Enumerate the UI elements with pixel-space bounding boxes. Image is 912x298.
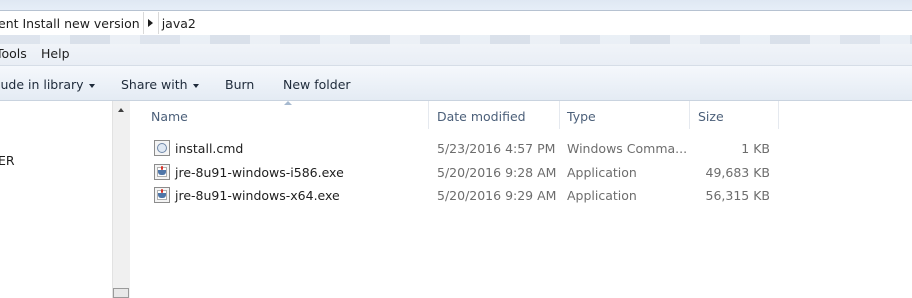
window-title-strip <box>0 0 912 10</box>
file-date-modified: 5/20/2016 9:28 AM <box>437 165 557 180</box>
include-in-library-button[interactable]: lude in library <box>0 77 95 92</box>
breadcrumb-separator-arrow-icon[interactable] <box>142 12 159 34</box>
include-in-library-label: lude in library <box>0 77 84 92</box>
navigation-pane[interactable]: ER <box>0 101 112 298</box>
breadcrumb-parent-folder[interactable]: ent Install new version <box>0 16 143 31</box>
file-size: 49,683 KB <box>705 165 770 180</box>
file-name[interactable]: install.cmd <box>175 141 243 156</box>
java-exe-icon <box>154 164 170 180</box>
share-with-label: Share with <box>121 77 188 92</box>
file-date-modified: 5/20/2016 9:29 AM <box>437 188 557 203</box>
file-row[interactable]: jre-8u91-windows-i586.exe 5/20/2016 9:28… <box>130 161 912 183</box>
sort-ascending-icon <box>284 101 292 105</box>
scrollbar-thumb[interactable] <box>113 288 129 298</box>
new-folder-button[interactable]: New folder <box>283 77 351 92</box>
blurred-menu-background <box>0 35 912 44</box>
file-size: 56,315 KB <box>705 188 770 203</box>
column-header-date-modified[interactable]: Date modified <box>437 109 526 124</box>
scroll-up-arrow-icon[interactable] <box>118 108 124 112</box>
column-divider[interactable] <box>689 101 690 129</box>
menu-help[interactable]: Help <box>41 46 70 61</box>
menu-bar: Tools Help <box>0 35 912 66</box>
column-divider[interactable] <box>428 101 429 129</box>
chevron-down-icon <box>88 83 95 88</box>
address-bar[interactable]: ent Install new version java2 <box>0 10 912 36</box>
column-header-type[interactable]: Type <box>567 109 596 124</box>
file-list[interactable]: Name Date modified Type Size install.cmd… <box>130 101 912 298</box>
chevron-down-icon <box>192 83 199 88</box>
file-type: Windows Comma... <box>567 141 688 156</box>
file-type: Application <box>567 188 637 203</box>
column-header-name[interactable]: Name <box>151 109 188 124</box>
file-name[interactable]: jre-8u91-windows-x64.exe <box>175 188 340 203</box>
column-divider[interactable] <box>559 101 560 129</box>
column-header-size[interactable]: Size <box>698 109 724 124</box>
file-name[interactable]: jre-8u91-windows-i586.exe <box>175 165 344 180</box>
command-toolbar: lude in library Share with Burn New fold… <box>0 66 912 101</box>
navigation-pane-scrollbar[interactable] <box>112 101 130 298</box>
share-with-button[interactable]: Share with <box>121 77 199 92</box>
nav-item-label[interactable]: ER <box>0 153 15 168</box>
java-exe-icon <box>154 187 170 203</box>
breadcrumb-current-folder[interactable]: java2 <box>159 16 199 31</box>
file-type: Application <box>567 165 637 180</box>
file-size: 1 KB <box>741 141 770 156</box>
file-date-modified: 5/23/2016 4:57 PM <box>437 141 556 156</box>
column-divider[interactable] <box>778 101 779 129</box>
file-row[interactable]: jre-8u91-windows-x64.exe 5/20/2016 9:29 … <box>130 184 912 206</box>
burn-button[interactable]: Burn <box>225 77 254 92</box>
menu-tools[interactable]: Tools <box>0 46 27 61</box>
cmd-file-icon <box>154 140 170 156</box>
file-row[interactable]: install.cmd 5/23/2016 4:57 PM Windows Co… <box>130 137 912 159</box>
